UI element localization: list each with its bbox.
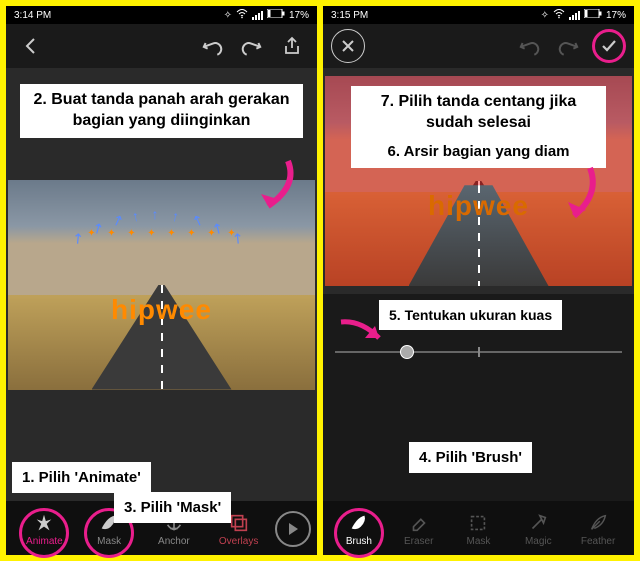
battery-icon bbox=[267, 9, 285, 21]
status-icons: ✧ 17% bbox=[224, 9, 309, 22]
brush-size-slider[interactable] bbox=[335, 351, 622, 353]
tab-label: Feather bbox=[581, 536, 615, 547]
tab-animate[interactable]: Animate bbox=[12, 512, 77, 547]
tab-label: Animate bbox=[26, 536, 63, 547]
callout-step-5: 5. Tentukan ukuran kuas bbox=[379, 300, 562, 330]
pink-arrow-2 bbox=[253, 156, 303, 216]
cancel-button[interactable] bbox=[331, 29, 365, 63]
tab-label: Mask bbox=[97, 536, 121, 547]
battery-pct: 17% bbox=[289, 10, 309, 21]
tab-label: Eraser bbox=[404, 536, 433, 547]
signal-icon bbox=[252, 11, 263, 20]
callout-step-6: 6. Arsir bagian yang diam bbox=[351, 136, 606, 168]
status-bar: 3:15 PM ✧ 17% bbox=[323, 6, 634, 24]
callout-step-2: 2. Buat tanda panah arah gerakan bagian … bbox=[20, 84, 303, 138]
status-time: 3:14 PM bbox=[14, 10, 51, 21]
confirm-button[interactable] bbox=[592, 29, 626, 63]
redo-button[interactable] bbox=[235, 29, 269, 63]
callout-step-7: 7. Pilih tanda centang jika sudah selesa… bbox=[351, 86, 606, 140]
tab-label: Mask bbox=[467, 536, 491, 547]
status-bar: 3:14 PM ✧ 17% bbox=[6, 6, 317, 24]
tab-label: Brush bbox=[346, 536, 372, 547]
status-time: 3:15 PM bbox=[331, 10, 368, 21]
anchor-dots: ✦✦✦✦✦✦✦✦ bbox=[82, 228, 242, 239]
tab-eraser[interactable]: Eraser bbox=[389, 512, 449, 547]
battery-icon bbox=[584, 9, 602, 21]
signal-icon bbox=[569, 11, 580, 20]
back-button[interactable] bbox=[14, 29, 48, 63]
callout-step-1: 1. Pilih 'Animate' bbox=[12, 462, 151, 494]
play-button[interactable] bbox=[275, 511, 311, 547]
tab-feather[interactable]: Feather bbox=[568, 512, 628, 547]
share-button[interactable] bbox=[275, 29, 309, 63]
vibrate-icon: ✧ bbox=[224, 10, 232, 21]
wifi-icon bbox=[553, 9, 565, 22]
tutorial-container: 3:14 PM ✧ 17% bbox=[0, 0, 640, 561]
undo-button[interactable] bbox=[195, 29, 229, 63]
tab-brush[interactable]: Brush bbox=[329, 512, 389, 547]
tab-label: Anchor bbox=[158, 536, 190, 547]
bottom-tabs: Brush Eraser Mask Magic Feather bbox=[323, 501, 634, 555]
slider-thumb[interactable] bbox=[400, 345, 414, 359]
tab-magic[interactable]: Magic bbox=[508, 512, 568, 547]
phone-right: 3:15 PM ✧ 17% bbox=[323, 6, 634, 555]
undo-button[interactable] bbox=[512, 29, 546, 63]
top-toolbar bbox=[323, 24, 634, 68]
phone-left: 3:14 PM ✧ 17% bbox=[6, 6, 317, 555]
pink-arrow-5 bbox=[335, 316, 389, 350]
callout-step-4: 4. Pilih 'Brush' bbox=[409, 442, 532, 474]
tab-label: Magic bbox=[525, 536, 552, 547]
redo-button[interactable] bbox=[552, 29, 586, 63]
wifi-icon bbox=[236, 9, 248, 22]
status-icons: ✧ 17% bbox=[541, 9, 626, 22]
callout-step-3: 3. Pilih 'Mask' bbox=[114, 492, 231, 524]
vibrate-icon: ✧ bbox=[541, 10, 549, 21]
tab-label: Overlays bbox=[219, 536, 258, 547]
battery-pct: 17% bbox=[606, 10, 626, 21]
watermark: hipwee bbox=[428, 190, 529, 222]
tab-mask[interactable]: Mask bbox=[449, 512, 509, 547]
top-toolbar bbox=[6, 24, 317, 68]
pink-arrow-6 bbox=[560, 164, 604, 228]
controls-area: 5. Tentukan ukuran kuas 4. Pilih 'Brush' bbox=[323, 294, 634, 501]
watermark: hipwee bbox=[111, 294, 212, 326]
